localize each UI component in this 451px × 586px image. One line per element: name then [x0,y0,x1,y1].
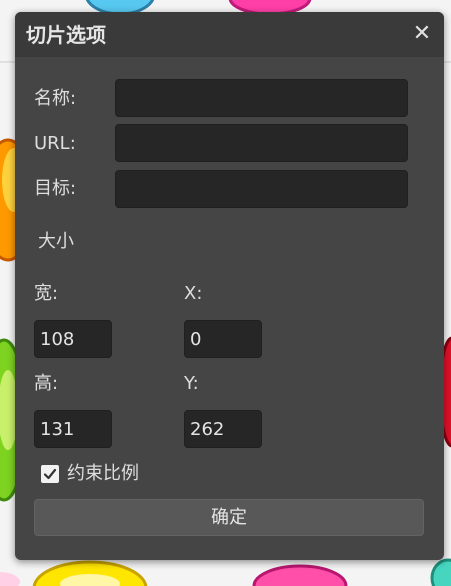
size-section-heading: 大小 [38,231,74,252]
close-icon: ✕ [412,21,432,46]
y-label: Y: [184,373,199,394]
url-label: URL: [34,133,76,154]
close-button[interactable]: ✕ [412,23,432,45]
constrain-proportions-label[interactable]: 约束比例 [67,463,139,485]
slice-options-dialog: 切片选项 ✕ 名称: URL: 目标: 大小 宽: X: 高: Y: 约束比例 … [15,12,444,560]
checkmark-icon [43,468,57,480]
url-input[interactable] [115,124,408,162]
target-input[interactable] [115,170,408,208]
dialog-title: 切片选项 [26,23,106,47]
target-label: 目标: [34,178,77,199]
width-label: 宽: [34,283,59,304]
width-input[interactable] [34,320,112,358]
height-input[interactable] [34,410,112,448]
name-label: 名称: [34,88,77,109]
dialog-titlebar: 切片选项 ✕ [15,12,444,57]
x-input[interactable] [184,320,262,358]
height-label: 高: [34,373,59,394]
x-label: X: [184,283,203,304]
constrain-proportions-checkbox[interactable] [41,465,59,483]
name-input[interactable] [115,79,408,117]
y-input[interactable] [184,410,262,448]
ok-button[interactable]: 确定 [34,499,424,536]
